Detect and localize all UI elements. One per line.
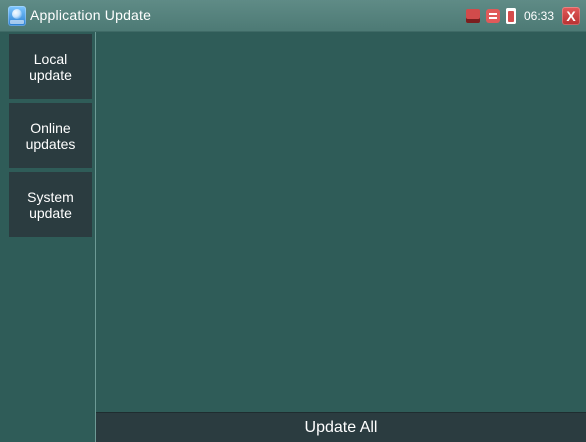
status-area: 06:33 X [465,6,580,26]
update-all-button[interactable]: Update All [96,412,586,442]
sidebar-item-label: Local update [29,50,72,83]
close-icon: X [566,8,576,24]
network-icon [465,9,480,23]
content-panel [96,32,586,442]
app-window: Application Update 06:33 X Local update … [0,0,586,442]
page-title: Application Update [30,7,152,23]
sidebar: Local update Online updates System updat… [0,32,96,442]
update-all-label: Update All [304,418,378,436]
sidebar-item-online-updates[interactable]: Online updates [9,103,92,168]
sidebar-item-system-update[interactable]: System update [9,172,92,237]
app-update-icon [8,6,26,26]
swap-icon [485,9,500,23]
title-bar: Application Update 06:33 X [0,0,586,32]
close-button[interactable]: X [562,7,580,25]
battery-icon [505,8,516,24]
sidebar-item-local-update[interactable]: Local update [9,34,92,99]
sidebar-item-label: Online updates [25,119,76,152]
clock-time: 06:33 [523,9,554,23]
sidebar-item-label: System update [27,188,74,221]
